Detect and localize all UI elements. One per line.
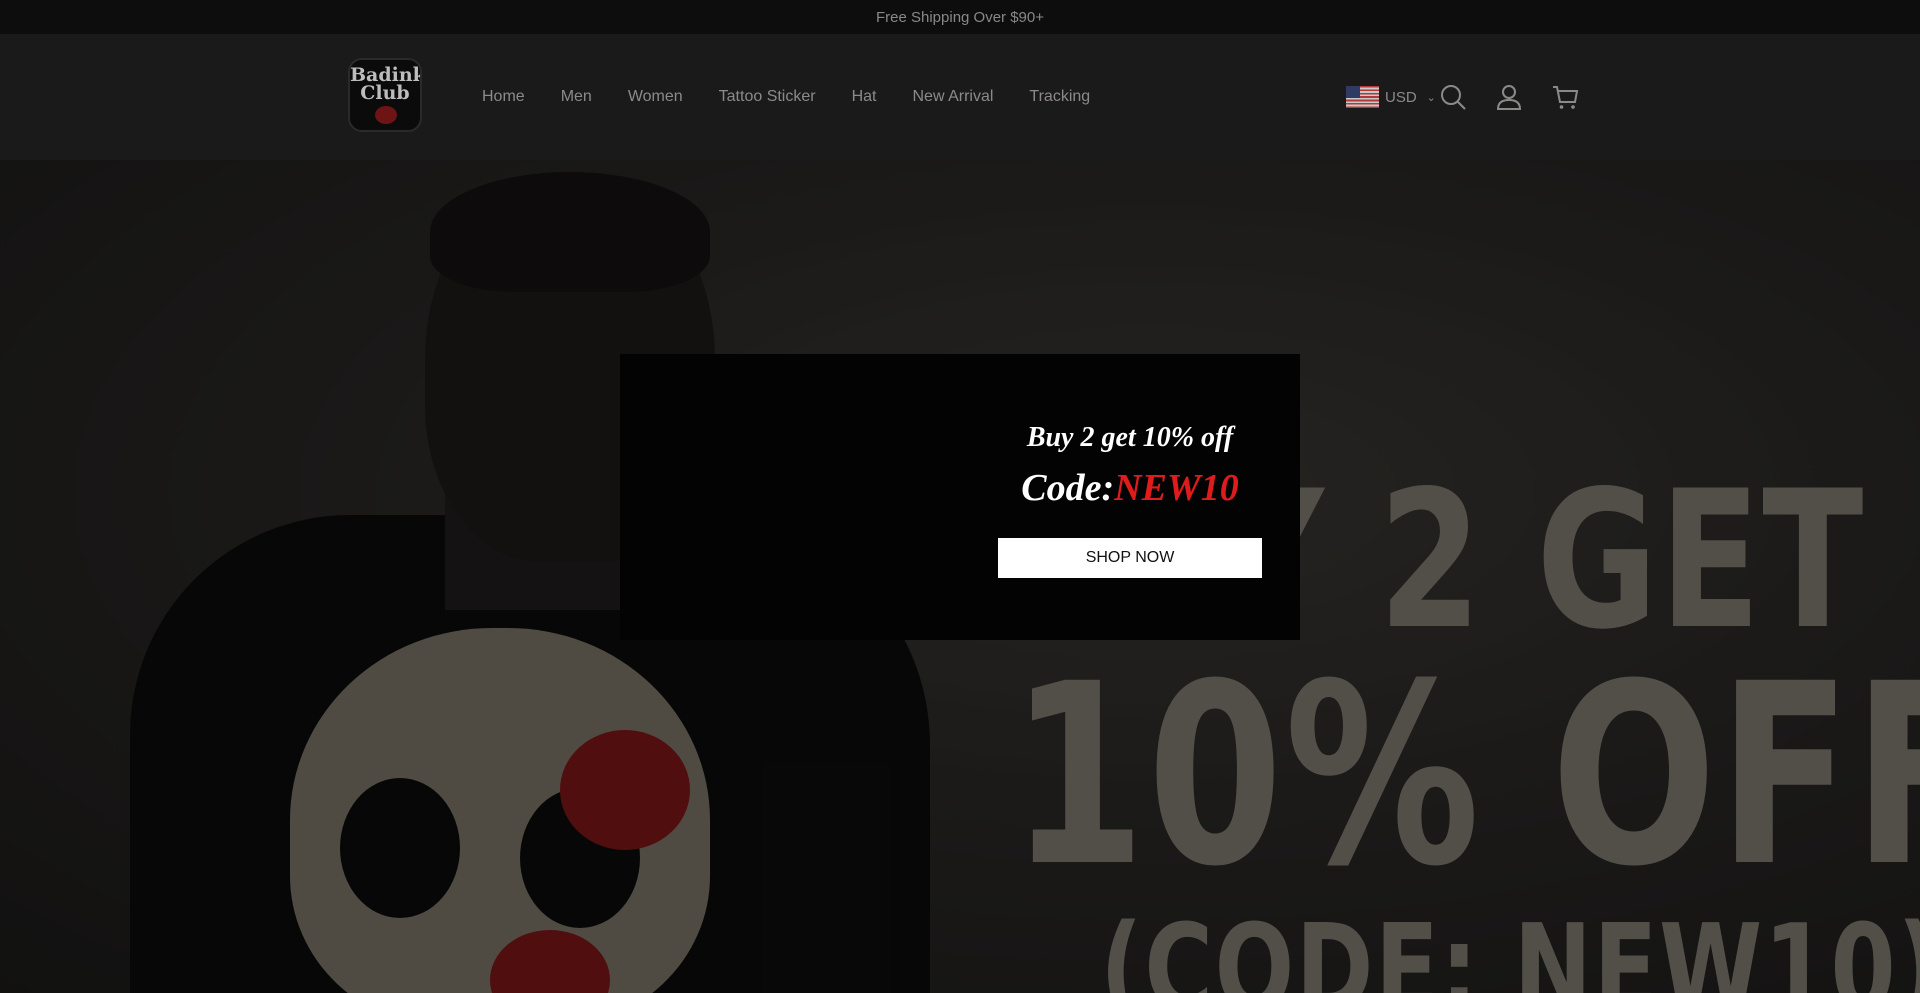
account-icon[interactable] bbox=[1494, 82, 1524, 112]
chevron-down-icon: ⌄ bbox=[1426, 91, 1436, 104]
announcement-bar: Free Shipping Over $90+ bbox=[0, 0, 1920, 34]
nav-item-home[interactable]: Home bbox=[482, 88, 525, 106]
promo-popup: Buy 2 get 10% off Code:NEW10 SHOP NOW bbox=[620, 354, 1300, 640]
brand-logo[interactable]: Badink Club bbox=[348, 58, 422, 132]
nav-item-tracking[interactable]: Tracking bbox=[1029, 88, 1090, 106]
logo-rose-icon bbox=[375, 106, 397, 124]
popup-headline: Buy 2 get 10% off bbox=[1026, 422, 1234, 453]
search-icon[interactable] bbox=[1438, 82, 1468, 112]
cart-icon[interactable] bbox=[1550, 82, 1580, 112]
nav-item-women[interactable]: Women bbox=[628, 88, 683, 106]
announcement-text: Free Shipping Over $90+ bbox=[875, 8, 1045, 26]
shop-now-button[interactable]: SHOP NOW bbox=[998, 538, 1262, 578]
currency-code: USD bbox=[1385, 88, 1417, 106]
popup-code-value: NEW10 bbox=[1114, 467, 1239, 509]
logo-wordmark: Badink Club bbox=[350, 64, 422, 104]
nav-item-tattoo-sticker[interactable]: Tattoo Sticker bbox=[719, 88, 816, 106]
site-header: Badink Club Home Men Women Tattoo Sticke… bbox=[0, 34, 1920, 160]
nav-item-hat[interactable]: Hat bbox=[852, 88, 877, 106]
popup-code: Code:NEW10 bbox=[1021, 466, 1238, 510]
main-nav: Home Men Women Tattoo Sticker Hat New Ar… bbox=[482, 34, 1126, 160]
popup-code-label: Code: bbox=[1021, 467, 1115, 509]
us-flag-icon bbox=[1346, 86, 1379, 108]
nav-item-men[interactable]: Men bbox=[561, 88, 592, 106]
currency-selector[interactable]: USD ⌄ bbox=[1346, 86, 1436, 108]
nav-item-new-arrival[interactable]: New Arrival bbox=[913, 88, 994, 106]
